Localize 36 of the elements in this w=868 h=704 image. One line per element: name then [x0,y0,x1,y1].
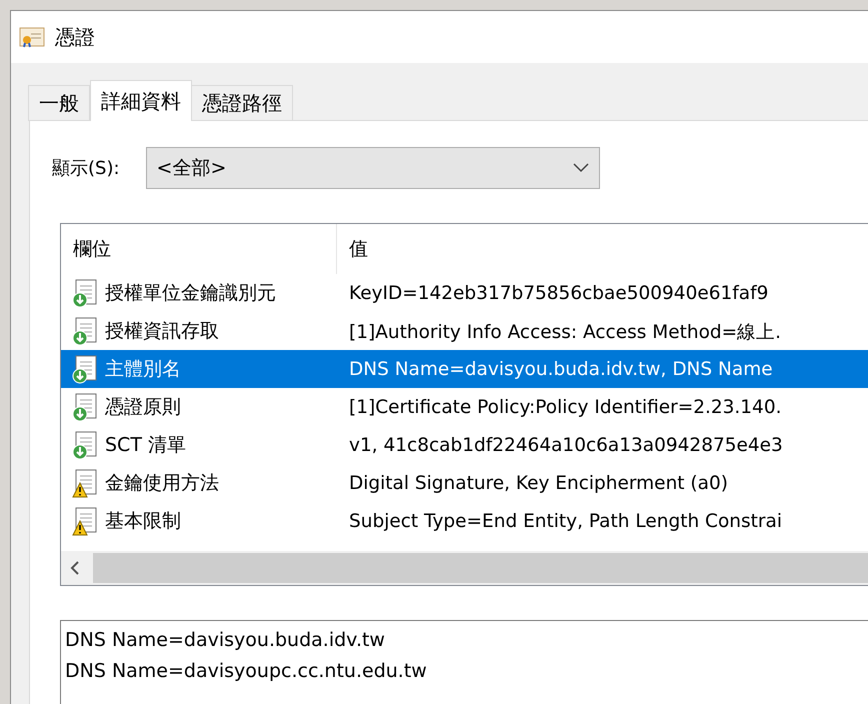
certificate-icon [19,26,45,48]
column-header[interactable]: 值 [337,224,868,274]
list-row[interactable]: 主體別名 DNS Name=davisyou.buda.idv.tw, DNS Name [61,350,868,388]
list-row[interactable]: 授權資訊存取 [1]Authority Info Access: Access Method=線上. [61,312,868,350]
chevron-down-icon [572,163,589,173]
field-value: Subject Type=End Entity, Path Length Constrai [348,510,782,532]
horizontal-scrollbar[interactable] [61,551,868,585]
show-dropdown[interactable]: <全部> [146,147,600,189]
list-row[interactable]: 授權單位金鑰識別元 KeyID=142eb317b75856cbae500940e61faf9 [61,274,868,312]
tab[interactable]: 詳細資料 [90,80,192,121]
field-name: SCT 清單 [105,433,186,458]
tab[interactable]: 憑證路徑 [191,85,293,121]
field-value: [1]Authority Info Access: Access Method=線上. [348,320,782,344]
window-title: 憑證 [55,24,95,50]
detail-text-area[interactable]: DNS Name=davisyou.buda.idv.tw DNS Name=davisyoupc.cc.ntu.edu.tw [60,620,868,704]
field-value: v1, 41c8cab1df22464a10c6a13a0942875e4e3 [348,434,783,456]
field-name: 基本限制 [105,509,181,534]
list-row[interactable]: 基本限制 Subject Type=End Entity, Path Length Constrai [61,502,868,540]
field-value: DNS Name=davisyou.buda.idv.tw, DNS Name [348,358,773,380]
detail-line: DNS Name=davisyoupc.cc.ntu.edu.tw [65,659,428,684]
list-row[interactable]: SCT 清單 v1, 41c8cab1df22464a10c6a13a0942875e4e3 [61,426,868,464]
tab[interactable]: 一般 [28,85,90,121]
field-value: Digital Signature, Key Encipherment (a0) [348,472,728,494]
column-header[interactable]: 欄位 [61,224,337,274]
list-row[interactable]: 憑證原則 [1]Certificate Policy:Policy Identifier=2.23.140. [61,388,868,426]
field-value: KeyID=142eb317b75856cbae500940e61faf9 [348,282,768,304]
field-name: 授權資訊存取 [105,319,219,344]
scrollbar-thumb[interactable] [93,553,868,583]
field-name: 金鑰使用方法 [105,471,219,496]
show-label: 顯示(S): [52,157,120,180]
field-name: 主體別名 [105,357,181,382]
detail-line: DNS Name=davisyou.buda.idv.tw [65,628,386,653]
list-row[interactable]: 金鑰使用方法 Digital Signature, Key Encipherment (a0) [61,464,868,502]
field-name: 授權單位金鑰識別元 [105,281,276,306]
field-value: [1]Certificate Policy:Policy Identifier=2.23.140. [348,396,782,418]
field-name: 憑證原則 [105,395,181,420]
